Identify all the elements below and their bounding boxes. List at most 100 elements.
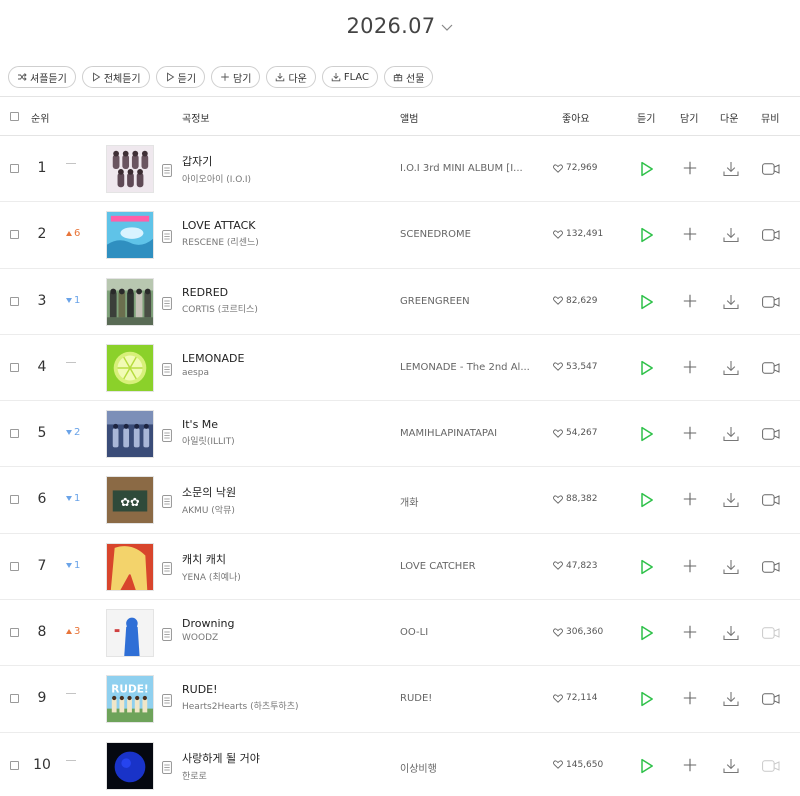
add-icon[interactable] bbox=[683, 492, 697, 506]
listen-button[interactable]: 듣기 bbox=[155, 66, 206, 88]
download-icon[interactable] bbox=[722, 690, 740, 708]
play-icon[interactable] bbox=[640, 758, 654, 774]
song-title[interactable]: It's Me bbox=[182, 418, 382, 431]
add-icon[interactable] bbox=[683, 691, 697, 705]
period-dropdown[interactable]: 2026.07 bbox=[347, 14, 454, 38]
album-name[interactable]: I.O.I 3rd MINI ALBUM [I... bbox=[400, 163, 538, 174]
album-cover[interactable] bbox=[106, 609, 154, 658]
row-checkbox[interactable] bbox=[10, 628, 19, 638]
row-checkbox[interactable] bbox=[10, 561, 19, 571]
add-icon[interactable] bbox=[683, 426, 697, 440]
download-icon[interactable] bbox=[722, 425, 740, 443]
row-checkbox[interactable] bbox=[10, 230, 19, 240]
download-icon[interactable] bbox=[722, 624, 740, 642]
mv-icon[interactable] bbox=[762, 428, 784, 440]
like-button[interactable]: 82,629 bbox=[553, 296, 598, 306]
album-cover[interactable] bbox=[106, 410, 154, 459]
play-icon[interactable] bbox=[640, 426, 654, 442]
download-icon[interactable] bbox=[722, 226, 740, 244]
song-info-icon[interactable] bbox=[162, 493, 172, 509]
play-icon[interactable] bbox=[640, 492, 654, 508]
like-button[interactable]: 132,491 bbox=[553, 229, 603, 239]
like-button[interactable]: 72,114 bbox=[553, 693, 598, 703]
album-cover[interactable] bbox=[106, 741, 154, 790]
like-button[interactable]: 306,360 bbox=[553, 627, 603, 637]
select-all-checkbox[interactable] bbox=[10, 112, 19, 121]
song-title[interactable]: LEMONADE bbox=[182, 352, 382, 365]
album-cover[interactable]: RUDE! bbox=[106, 675, 154, 724]
download-button[interactable]: 다운 bbox=[266, 66, 316, 88]
gift-button[interactable]: 선물 bbox=[384, 66, 434, 88]
album-cover[interactable]: ✿✿ bbox=[106, 476, 154, 525]
like-button[interactable]: 72,969 bbox=[553, 163, 598, 173]
song-title[interactable]: 소문의 낙원 bbox=[182, 484, 382, 500]
artist-name[interactable]: YENA (최예나) bbox=[182, 570, 382, 583]
song-info-icon[interactable] bbox=[162, 361, 172, 376]
download-icon[interactable] bbox=[722, 359, 740, 377]
download-icon[interactable] bbox=[722, 160, 740, 178]
song-info-icon[interactable] bbox=[162, 228, 172, 244]
download-icon[interactable] bbox=[722, 558, 740, 576]
artist-name[interactable]: CORTIS (코르티스) bbox=[182, 302, 382, 315]
artist-name[interactable]: AKMU (악뮤) bbox=[182, 503, 382, 516]
album-name[interactable]: 개화 bbox=[400, 494, 538, 509]
artist-name[interactable]: RESCENE (리센느) bbox=[182, 235, 382, 248]
row-checkbox[interactable] bbox=[10, 429, 19, 439]
song-info-icon[interactable] bbox=[162, 560, 172, 575]
mv-icon[interactable] bbox=[762, 362, 784, 374]
row-checkbox[interactable] bbox=[10, 495, 19, 505]
artist-name[interactable]: 한로로 bbox=[182, 769, 382, 782]
row-checkbox[interactable] bbox=[10, 296, 19, 306]
add-icon[interactable] bbox=[683, 161, 697, 175]
album-cover[interactable] bbox=[106, 542, 154, 591]
play-icon[interactable] bbox=[640, 227, 654, 243]
song-title[interactable]: 사랑하게 될 거야 bbox=[182, 750, 382, 766]
download-icon[interactable] bbox=[722, 491, 740, 509]
song-title[interactable]: RUDE! bbox=[182, 683, 382, 696]
artist-name[interactable]: WOODZ bbox=[182, 633, 382, 643]
song-title[interactable]: REDRED bbox=[182, 286, 382, 299]
play-icon[interactable] bbox=[640, 691, 654, 707]
play-icon[interactable] bbox=[640, 625, 654, 641]
mv-icon[interactable] bbox=[762, 229, 784, 241]
add-icon[interactable] bbox=[683, 559, 697, 573]
flac-button[interactable]: FLAC bbox=[321, 66, 379, 88]
song-info-icon[interactable] bbox=[162, 427, 172, 443]
like-button[interactable]: 54,267 bbox=[553, 428, 598, 438]
album-name[interactable]: SCENEDROME bbox=[400, 229, 538, 240]
artist-name[interactable]: Hearts2Hearts (하츠투하츠) bbox=[182, 699, 382, 712]
play-all-button[interactable]: 전체듣기 bbox=[81, 66, 150, 88]
like-button[interactable]: 145,650 bbox=[553, 760, 603, 770]
shuffle-button[interactable]: 셔플듣기 bbox=[8, 66, 76, 88]
play-icon[interactable] bbox=[640, 360, 654, 376]
row-checkbox[interactable] bbox=[10, 760, 19, 770]
row-checkbox[interactable] bbox=[10, 164, 19, 173]
album-name[interactable]: MAMIHLAPINATAPAI bbox=[400, 428, 538, 439]
like-button[interactable]: 53,547 bbox=[553, 362, 598, 372]
play-icon[interactable] bbox=[640, 161, 654, 177]
mv-icon[interactable] bbox=[762, 494, 784, 507]
play-icon[interactable] bbox=[640, 294, 654, 310]
album-cover[interactable] bbox=[106, 145, 154, 193]
download-icon[interactable] bbox=[722, 757, 740, 775]
album-name[interactable]: RUDE! bbox=[400, 693, 538, 704]
mv-icon[interactable] bbox=[762, 693, 784, 706]
like-button[interactable]: 47,823 bbox=[553, 561, 598, 571]
song-title[interactable]: 캐치 캐치 bbox=[182, 551, 382, 567]
artist-name[interactable]: 아일릿(ILLIT) bbox=[182, 434, 382, 447]
song-info-icon[interactable] bbox=[162, 295, 172, 310]
album-name[interactable]: 이상비행 bbox=[400, 760, 538, 775]
add-icon[interactable] bbox=[683, 227, 697, 241]
album-cover[interactable] bbox=[106, 277, 154, 326]
song-info-icon[interactable] bbox=[162, 162, 172, 177]
add-icon[interactable] bbox=[683, 625, 697, 639]
album-name[interactable]: OO-LI bbox=[400, 627, 538, 638]
artist-name[interactable]: aespa bbox=[182, 368, 382, 378]
mv-icon[interactable] bbox=[762, 561, 784, 573]
album-name[interactable]: GREENGREEN bbox=[400, 296, 538, 307]
song-info-icon[interactable] bbox=[162, 626, 172, 641]
song-info-icon[interactable] bbox=[162, 692, 172, 708]
add-icon[interactable] bbox=[683, 294, 697, 308]
album-name[interactable]: LEMONADE - The 2nd Al... bbox=[400, 362, 538, 373]
mv-icon[interactable] bbox=[762, 163, 784, 175]
